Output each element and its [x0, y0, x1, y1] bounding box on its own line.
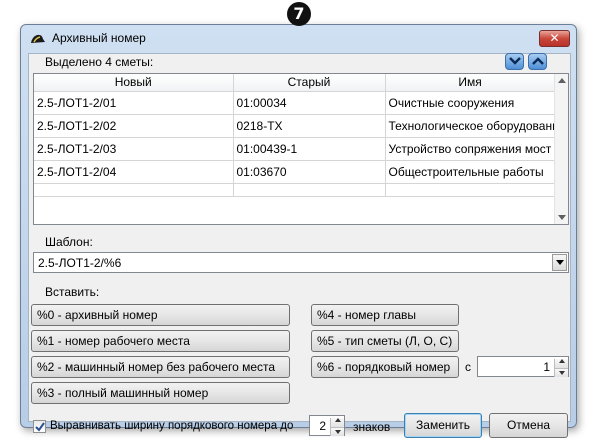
- table-row[interactable]: 2.5-ЛОТ1-2/01 01:00034 Очистные сооружен…: [34, 91, 556, 115]
- window-title: Архивный номер: [52, 31, 146, 45]
- align-width-checkbox[interactable]: [33, 420, 46, 433]
- template-value: 2.5-ЛОТ1-2/%6: [38, 256, 122, 270]
- spin-down-button[interactable]: [330, 427, 344, 436]
- insert-machine-number-no-workplace-button[interactable]: %2 - машинный номер без рабочего места: [31, 356, 290, 378]
- scroll-up-icon[interactable]: [558, 78, 566, 83]
- cell-name: Общестроительные работы: [385, 160, 556, 184]
- table-row[interactable]: 2.5-ЛОТ1-2/03 01:00439-1 Устройство сопр…: [34, 137, 556, 161]
- table-header-row: Новый Старый Имя: [34, 74, 556, 92]
- table-row-empty: [34, 183, 556, 197]
- replace-button[interactable]: Заменить: [404, 413, 482, 438]
- cell-name: Устройство сопряжения мост: [385, 137, 556, 161]
- dialog-window: Архивный номер ✕ Выделено 4 сметы: Новый: [20, 24, 577, 438]
- cell-empty: [233, 183, 386, 197]
- cell-name: Очистные сооружения: [385, 91, 556, 115]
- column-header-old[interactable]: Старый: [233, 74, 386, 92]
- cell-new: 2.5-ЛОТ1-2/02: [34, 114, 234, 138]
- align-width-label[interactable]: Выравнивать ширину порядкового номера до: [50, 420, 293, 432]
- cell-old: 01:00034: [233, 91, 386, 115]
- table-row[interactable]: 2.5-ЛОТ1-2/04 01:03670 Общестроительные …: [34, 160, 556, 184]
- insert-label: Вставить:: [45, 285, 100, 299]
- move-up-button[interactable]: [528, 53, 547, 70]
- template-combobox[interactable]: 2.5-ЛОТ1-2/%6: [33, 252, 569, 273]
- cell-old: 01:00439-1: [233, 137, 386, 161]
- insert-estimate-type-button[interactable]: %5 - тип сметы (Л, О, С): [311, 330, 459, 352]
- column-header-new[interactable]: Новый: [34, 74, 234, 92]
- cell-empty: [385, 183, 556, 197]
- spin-down-button[interactable]: [554, 368, 568, 377]
- insert-workplace-number-button[interactable]: %1 - номер рабочего места: [31, 330, 290, 352]
- table-scrollbar[interactable]: [554, 74, 568, 224]
- start-number-value: 1: [543, 360, 550, 374]
- cell-new: 2.5-ЛОТ1-2/04: [34, 160, 234, 184]
- width-value: 2: [319, 419, 326, 433]
- close-icon: ✕: [549, 31, 560, 45]
- spin-down-icon: [334, 430, 341, 434]
- start-number-spinner[interactable]: 1: [477, 356, 569, 377]
- dropdown-arrow-icon: [555, 260, 564, 265]
- cell-name: Технологическое оборудование: [385, 114, 556, 138]
- spin-up-button[interactable]: [554, 359, 568, 368]
- estimates-table[interactable]: Новый Старый Имя 2.5-ЛОТ1-2/01 01:00034 …: [33, 73, 569, 225]
- move-down-button[interactable]: [505, 53, 524, 70]
- cell-old: 01:03670: [233, 160, 386, 184]
- width-spinner[interactable]: 2: [309, 415, 345, 436]
- scroll-down-icon[interactable]: [558, 215, 566, 220]
- cell-empty: [34, 183, 234, 197]
- insert-archive-number-button[interactable]: %0 - архивный номер: [31, 304, 290, 326]
- template-label: Шаблон:: [45, 235, 93, 249]
- start-from-label: с: [465, 360, 471, 374]
- table-row[interactable]: 2.5-ЛОТ1-2/02 0218-ТХ Технологическое об…: [34, 114, 556, 138]
- spin-up-icon: [334, 418, 341, 422]
- chevron-up-icon: [531, 57, 544, 65]
- spin-up-icon: [558, 359, 565, 363]
- selection-count-label: Выделено 4 сметы:: [45, 55, 154, 69]
- cell-old: 0218-ТХ: [233, 114, 386, 138]
- insert-full-machine-number-button[interactable]: %3 - полный машинный номер: [31, 382, 290, 404]
- width-unit-label: знаков: [353, 420, 391, 434]
- close-button[interactable]: ✕: [539, 30, 570, 47]
- spin-down-icon: [558, 371, 565, 375]
- cancel-button[interactable]: Отмена: [489, 413, 568, 438]
- dialog-content: Выделено 4 сметы: Новый Старый Имя 2.5-Л…: [28, 53, 571, 438]
- insert-chapter-number-button[interactable]: %4 - номер главы: [311, 304, 459, 326]
- column-header-name[interactable]: Имя: [385, 74, 556, 92]
- template-dropdown-button[interactable]: [552, 254, 567, 271]
- insert-sequence-number-button[interactable]: %6 - порядковый номер: [311, 356, 459, 378]
- cell-new: 2.5-ЛОТ1-2/01: [34, 91, 234, 115]
- chevron-down-icon: [508, 57, 521, 65]
- hat-icon: [30, 33, 46, 47]
- cell-new: 2.5-ЛОТ1-2/03: [34, 137, 234, 161]
- step-number-badge: 7: [287, 2, 311, 26]
- checkmark-icon: [35, 422, 45, 432]
- title-bar[interactable]: Архивный номер ✕: [21, 25, 576, 51]
- spin-up-button[interactable]: [330, 418, 344, 427]
